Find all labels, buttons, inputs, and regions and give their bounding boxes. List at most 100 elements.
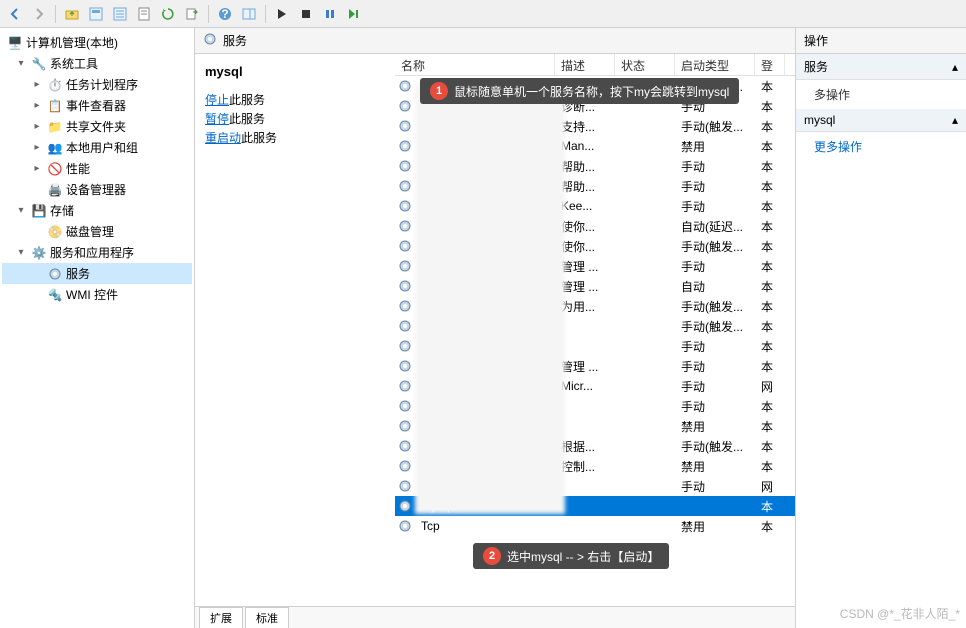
col-desc[interactable]: 描述 <box>555 54 615 75</box>
collapse-icon[interactable]: ▾ <box>14 246 28 260</box>
back-button[interactable] <box>4 3 26 25</box>
service-start: 手动(触发... <box>675 318 755 335</box>
expand-icon[interactable]: ▸ <box>30 99 44 113</box>
service-logon: 本 <box>755 278 785 295</box>
gear-icon <box>395 239 415 253</box>
service-logon: 本 <box>755 178 785 195</box>
col-name[interactable]: 名称 <box>395 54 555 75</box>
service-row[interactable]: 管理 ...自动本 <box>395 276 795 296</box>
service-start: 手动(触发... <box>675 118 755 135</box>
service-row[interactable]: Man...禁用本 <box>395 136 795 156</box>
tree-device-manager[interactable]: 🖨️设备管理器 <box>2 179 192 200</box>
detail-title: mysql <box>205 64 385 79</box>
more-actions-1[interactable]: 多操作 <box>796 80 966 109</box>
actions-panel: 操作 服务▴ 多操作 mysql▴ 更多操作 <box>796 28 966 628</box>
export-icon[interactable] <box>181 3 203 25</box>
restart-link[interactable]: 重启动 <box>205 131 241 145</box>
tree-task-scheduler[interactable]: ▸⏱️任务计划程序 <box>2 74 192 95</box>
expand-icon[interactable]: ▸ <box>30 78 44 92</box>
service-desc: 帮助... <box>555 178 615 195</box>
service-row[interactable]: Mi帮助...手动本 <box>395 156 795 176</box>
stop-icon[interactable] <box>295 3 317 25</box>
service-start: 手动(触发... <box>675 438 755 455</box>
col-logon[interactable]: 登 <box>755 54 785 75</box>
service-name: M <box>415 319 555 333</box>
service-start: 禁用 <box>675 518 755 535</box>
col-start[interactable]: 启动类型 <box>675 54 755 75</box>
props-icon[interactable] <box>133 3 155 25</box>
tab-standard[interactable]: 标准 <box>245 607 289 628</box>
tree-services[interactable]: 服务 <box>2 263 192 284</box>
service-row[interactable]: M帮助... 手动本 <box>395 176 795 196</box>
tab-extended[interactable]: 扩展 <box>199 607 243 628</box>
help-icon[interactable]: ? <box>214 3 236 25</box>
list-rows[interactable]: M支持...手动(触发...本M诊断...手动本支持...手动(触发...本Ma… <box>395 76 795 606</box>
service-row[interactable]: 禁用本 <box>395 416 795 436</box>
collapse-icon[interactable]: ▾ <box>14 57 28 71</box>
col-status[interactable]: 状态 <box>615 54 675 75</box>
service-desc: 管理 ... <box>555 278 615 295</box>
tree-disk-mgmt[interactable]: 📀磁盘管理 <box>2 221 192 242</box>
pane-icon[interactable] <box>238 3 260 25</box>
gear-icon <box>395 119 415 133</box>
stop-link[interactable]: 停止 <box>205 93 229 107</box>
service-row[interactable]: 管理 ...手动本 <box>395 356 795 376</box>
service-desc: 使你... <box>555 218 615 235</box>
tree-wmi[interactable]: 🔩WMI 控件 <box>2 284 192 305</box>
actions-section-mysql[interactable]: mysql▴ <box>796 109 966 132</box>
service-row[interactable]: 手动本 <box>395 396 795 416</box>
tree-storage[interactable]: ▾💾存储 <box>2 200 192 221</box>
service-row[interactable]: 支持...手动(触发...本 <box>395 116 795 136</box>
services-list: 名称 描述 状态 启动类型 登 M支持...手动(触发...本M诊断...手动本… <box>395 54 795 606</box>
more-actions-2[interactable]: 更多操作 <box>796 132 966 161</box>
service-start: 手动 <box>675 178 755 195</box>
pause-link[interactable]: 暂停 <box>205 112 229 126</box>
service-row[interactable]: mysql本 <box>395 496 795 516</box>
list-header[interactable]: 名称 描述 状态 启动类型 登 <box>395 54 795 76</box>
folder-up-icon[interactable] <box>61 3 83 25</box>
service-name: Microsoft 云标识服务 <box>415 478 555 495</box>
service-row[interactable]: 使你...手动(触发...本 <box>395 236 795 256</box>
service-row[interactable]: 为用...手动(触发...本 <box>395 296 795 316</box>
service-logon: 网 <box>755 378 785 395</box>
actions-section-services[interactable]: 服务▴ <box>796 54 966 80</box>
service-row[interactable]: M手动(触发...本 <box>395 316 795 336</box>
service-row[interactable]: 控制...禁用本 <box>395 456 795 476</box>
service-row[interactable]: Micr...手动网 <box>395 376 795 396</box>
service-row[interactable]: Kee...手动本 <box>395 196 795 216</box>
gear-icon <box>203 32 217 49</box>
service-name: M <box>415 179 555 193</box>
service-row[interactable]: 手动本 <box>395 336 795 356</box>
collapse-icon[interactable]: ▾ <box>14 204 28 218</box>
expand-icon[interactable]: ▸ <box>30 120 44 134</box>
tree-system-tools[interactable]: ▾🔧系统工具 <box>2 53 192 74</box>
tree-event-viewer[interactable]: ▸📋事件查看器 <box>2 95 192 116</box>
tree-local-users[interactable]: ▸👥本地用户和组 <box>2 137 192 158</box>
refresh-icon[interactable] <box>157 3 179 25</box>
service-row[interactable]: 根据...手动(触发...本 <box>395 436 795 456</box>
view-large-icon[interactable] <box>85 3 107 25</box>
tree-services-apps[interactable]: ▾⚙️服务和应用程序 <box>2 242 192 263</box>
service-row[interactable]: 管理 ...手动本 <box>395 256 795 276</box>
tree-panel: 🖥️计算机管理(本地) ▾🔧系统工具 ▸⏱️任务计划程序 ▸📋事件查看器 ▸📁共… <box>0 28 195 628</box>
expand-icon[interactable]: ▸ <box>30 162 44 176</box>
play-icon[interactable] <box>271 3 293 25</box>
service-row[interactable]: 使你...自动(延迟...本 <box>395 216 795 236</box>
apps-icon: ⚙️ <box>31 245 47 261</box>
forward-button[interactable] <box>28 3 50 25</box>
service-row[interactable]: Tcp禁用本 <box>395 516 795 536</box>
expand-icon[interactable]: ▸ <box>30 141 44 155</box>
callout-2: 2 选中mysql -- > 右击【启动】 <box>473 543 669 569</box>
gear-icon <box>395 439 415 453</box>
chevron-up-icon: ▴ <box>952 113 958 127</box>
service-logon: 本 <box>755 418 785 435</box>
tree-root[interactable]: 🖥️计算机管理(本地) <box>2 32 192 53</box>
gear-icon <box>395 179 415 193</box>
restart-icon[interactable] <box>343 3 365 25</box>
service-logon: 本 <box>755 458 785 475</box>
tree-shared-folders[interactable]: ▸📁共享文件夹 <box>2 116 192 137</box>
pause-icon[interactable] <box>319 3 341 25</box>
tree-performance[interactable]: ▸🚫性能 <box>2 158 192 179</box>
service-row[interactable]: Microsoft 云标识服务手动网 <box>395 476 795 496</box>
view-detail-icon[interactable] <box>109 3 131 25</box>
